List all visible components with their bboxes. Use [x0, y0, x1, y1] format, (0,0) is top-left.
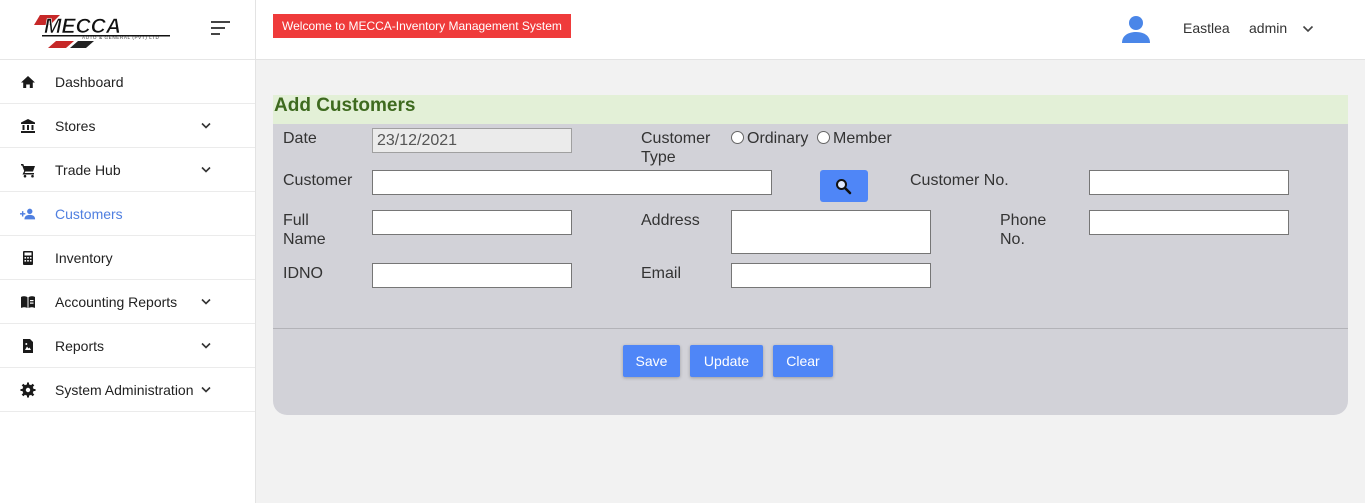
ordinary-radio[interactable]: [731, 131, 744, 144]
chevron-down-icon: [201, 166, 211, 173]
file-icon: [23, 338, 33, 353]
sidebar-item-label: Reports: [55, 337, 105, 354]
chevron-down-icon[interactable]: [1302, 25, 1314, 33]
sidebar-item-label: Accounting Reports: [55, 293, 178, 310]
add-person-icon: [20, 208, 36, 219]
branch-name: Eastlea: [1183, 20, 1230, 36]
chevron-down-icon: [201, 298, 211, 305]
sidebar-item-label: Customers: [55, 205, 123, 222]
sidebar-item-system-administration[interactable]: System Administration: [0, 368, 255, 412]
update-button[interactable]: Update: [690, 345, 763, 377]
ordinary-radio-label[interactable]: Ordinary: [747, 129, 808, 148]
form-divider: [273, 328, 1348, 329]
sidebar-item-accounting-reports[interactable]: Accounting Reports: [0, 280, 255, 324]
clear-button[interactable]: Clear: [773, 345, 833, 377]
brand-area: MECCA AUTO & GENERAL (PVT) LTD: [0, 0, 255, 60]
address-field[interactable]: [731, 210, 931, 254]
sidebar-item-label: Trade Hub: [55, 161, 121, 178]
member-radio-label[interactable]: Member: [833, 129, 892, 148]
sidebar-item-customers[interactable]: Customers: [0, 192, 255, 236]
customer-no-label: Customer No.: [910, 172, 1009, 189]
phone-no-label-line2: No.: [1000, 231, 1025, 248]
top-bar: Welcome to MECCA-Inventory Management Sy…: [256, 0, 1365, 60]
sidebar-item-label: System Administration: [55, 381, 194, 398]
gear-icon: [20, 382, 36, 397]
member-radio[interactable]: [817, 131, 830, 144]
customer-no-field[interactable]: [1089, 170, 1289, 195]
sidebar-item-stores[interactable]: Stores: [0, 104, 255, 148]
cart-icon: [21, 163, 35, 177]
chevron-down-icon: [201, 342, 211, 349]
bank-icon: [21, 118, 35, 133]
menu-toggle-icon[interactable]: [211, 21, 231, 37]
calculator-icon: [23, 250, 33, 265]
sidebar: MECCA AUTO & GENERAL (PVT) LTD Dashboard…: [0, 0, 256, 503]
company-logo: MECCA AUTO & GENERAL (PVT) LTD: [34, 15, 170, 48]
sidebar-item-label: Dashboard: [55, 73, 124, 90]
customer-field[interactable]: [372, 170, 772, 195]
date-field: [372, 128, 572, 153]
chevron-down-icon: [201, 386, 211, 393]
home-icon: [21, 75, 35, 88]
sidebar-item-inventory[interactable]: Inventory: [0, 236, 255, 280]
idno-label: IDNO: [283, 265, 323, 282]
page-title: Add Customers: [274, 95, 416, 116]
sidebar-item-trade-hub[interactable]: Trade Hub: [0, 148, 255, 192]
chevron-down-icon: [201, 122, 211, 129]
sidebar-item-label: Inventory: [55, 249, 113, 266]
form-header: Add Customers: [273, 95, 1348, 124]
sidebar-item-dashboard[interactable]: Dashboard: [0, 60, 255, 104]
sidebar-item-label: Stores: [55, 117, 96, 134]
welcome-banner: Welcome to MECCA-Inventory Management Sy…: [273, 14, 571, 38]
user-menu[interactable]: admin: [1249, 20, 1287, 36]
save-button[interactable]: Save: [623, 345, 680, 377]
full-name-field[interactable]: [372, 210, 572, 235]
user-avatar-icon[interactable]: [1121, 14, 1151, 44]
address-label: Address: [641, 212, 700, 229]
date-label: Date: [283, 130, 317, 147]
vertical-scrollbar[interactable]: [1357, 60, 1365, 503]
add-customer-form: Date Customer Type Ordinary Member Custo…: [273, 124, 1348, 415]
email-field[interactable]: [731, 263, 931, 288]
phone-no-label-line1: Phone: [1000, 212, 1047, 229]
customer-label: Customer: [283, 172, 353, 189]
full-name-label-line2: Name: [283, 231, 326, 248]
idno-field[interactable]: [372, 263, 572, 288]
sidebar-item-reports[interactable]: Reports: [0, 324, 255, 368]
phone-no-field[interactable]: [1089, 210, 1289, 235]
email-label: Email: [641, 265, 682, 282]
full-name-label-line1: Full: [283, 212, 309, 229]
search-icon: [836, 179, 852, 195]
book-icon: [21, 295, 35, 308]
search-customer-button[interactable]: [820, 170, 868, 202]
customer-type-label-line2: Type: [641, 149, 676, 166]
customer-type-label-line1: Customer: [641, 130, 711, 147]
